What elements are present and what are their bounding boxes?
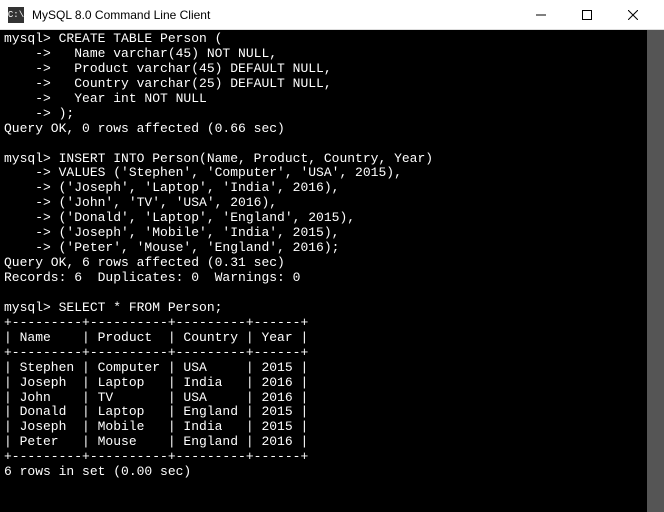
- window-title: MySQL 8.0 Command Line Client: [32, 8, 518, 22]
- maximize-icon: [582, 10, 592, 20]
- app-icon: C:\: [8, 7, 24, 23]
- scrollbar[interactable]: [647, 30, 664, 512]
- titlebar: C:\ MySQL 8.0 Command Line Client: [0, 0, 664, 30]
- scrollbar-thumb[interactable]: [647, 30, 664, 512]
- window-controls: [518, 0, 656, 30]
- close-icon: [628, 10, 638, 20]
- maximize-button[interactable]: [564, 0, 610, 30]
- terminal-output[interactable]: mysql> CREATE TABLE Person ( -> Name var…: [0, 30, 664, 512]
- minimize-button[interactable]: [518, 0, 564, 30]
- close-button[interactable]: [610, 0, 656, 30]
- terminal-text: mysql> CREATE TABLE Person ( -> Name var…: [4, 31, 433, 479]
- minimize-icon: [536, 10, 546, 20]
